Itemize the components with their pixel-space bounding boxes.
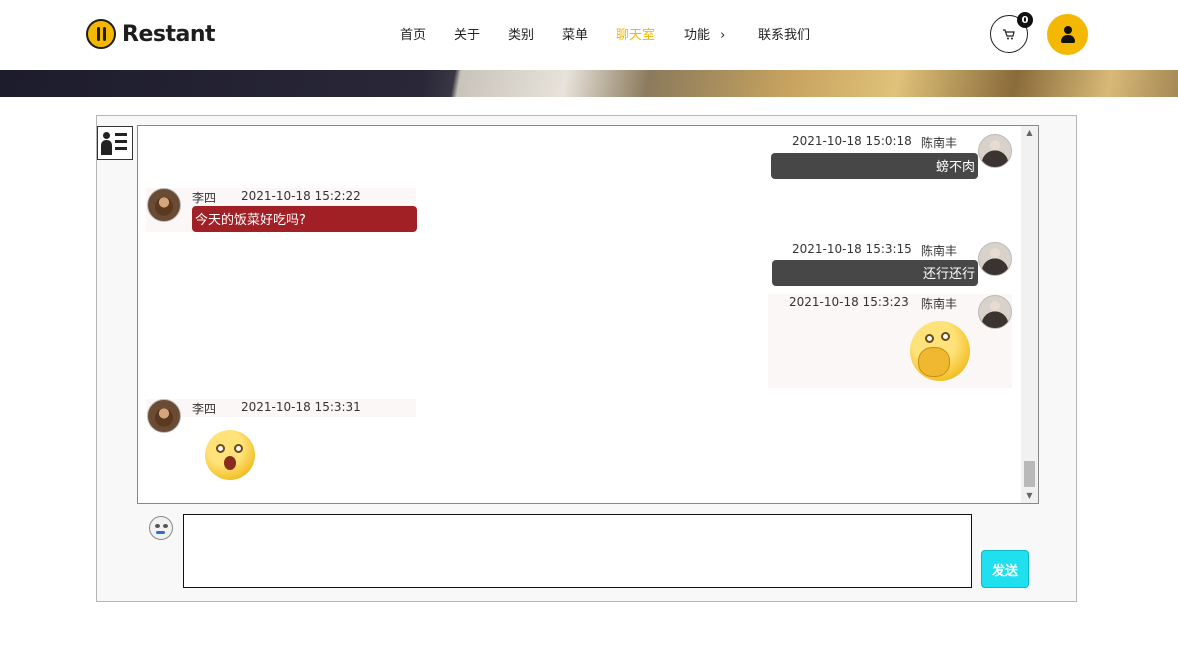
message-time: 2021-10-18 15:2:22 [241,189,361,203]
message-bubble: 今天的饭菜好吃吗? [192,206,417,232]
message-list[interactable]: 2021-10-18 15:0:18 陈南丰 螃不肉 李四 2021-10-18… [137,125,1039,504]
cart-button[interactable]: 0 [990,12,1033,53]
scroll-down-arrow[interactable]: ▼ [1021,489,1038,503]
nav-item-features-label: 功能 [684,28,711,43]
excited-emoji [205,430,255,480]
nav-item-menu[interactable]: 菜单 [562,24,588,43]
cart-icon [1003,28,1015,39]
message-sender: 陈南丰 [921,297,958,311]
message-bubble: 还行还行 [772,260,978,286]
nav-item-home[interactable]: 首页 [400,24,426,43]
chat-panel: 2021-10-18 15:0:18 陈南丰 螃不肉 李四 2021-10-18… [96,115,1077,602]
scroll-up-arrow[interactable]: ▲ [1021,126,1038,140]
message-sender: 李四 [192,402,217,416]
message-time: 2021-10-18 15:3:23 [789,295,909,309]
message-time: 2021-10-18 15:3:31 [241,400,361,414]
nav-item-chatroom[interactable]: 聊天室 [616,24,655,43]
contacts-icon[interactable] [97,126,133,160]
nav-item-categories[interactable]: 类别 [508,24,534,43]
send-button[interactable]: 发送 [981,550,1029,588]
message-sender: 陈南丰 [921,244,958,258]
message-input[interactable] [183,514,972,588]
nav-item-contact[interactable]: 联系我们 [758,24,810,43]
message-sender: 李四 [192,191,217,205]
hero-banner-image [0,70,1178,97]
avatar[interactable] [147,399,181,433]
message-bubble: 螃不肉 [771,153,978,179]
brand-logo[interactable]: Restant [86,19,216,49]
avatar[interactable] [978,134,1012,168]
message-sender: 陈南丰 [921,136,958,150]
cart-count-badge: 0 [1017,12,1033,28]
message-list-scrollbar[interactable]: ▲ ▼ [1021,126,1038,503]
top-header: Restant 首页 关于 类别 菜单 聊天室 功能 › 联系我们 0 [0,0,1178,70]
message-time: 2021-10-18 15:0:18 [792,134,912,148]
avatar[interactable] [147,188,181,222]
avatar[interactable] [978,295,1012,329]
nav-item-about[interactable]: 关于 [454,24,480,43]
emoji-icon[interactable] [149,516,173,540]
cutlery-icon [86,19,116,49]
nav-item-features[interactable]: 功能 › [684,24,725,43]
brand-name: Restant [122,21,216,47]
chevron-right-icon: › [720,28,726,43]
face-palm-emoji [910,321,970,381]
scroll-thumb[interactable] [1024,461,1035,487]
message-time: 2021-10-18 15:3:15 [792,242,912,256]
user-icon [1060,25,1076,44]
avatar[interactable] [978,242,1012,276]
user-account-button[interactable] [1047,14,1088,55]
